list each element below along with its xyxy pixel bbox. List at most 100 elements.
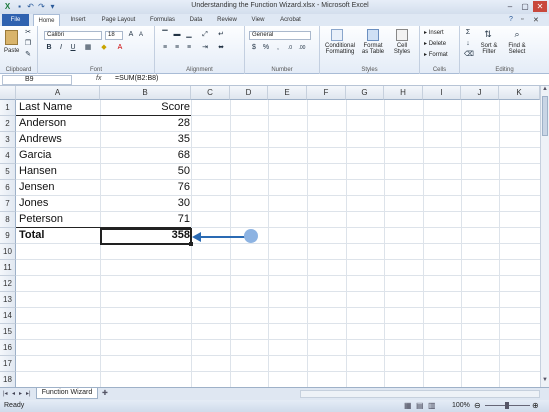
align-center-icon[interactable]: ≡	[173, 44, 181, 52]
fill-color-icon[interactable]: ◆	[100, 44, 108, 52]
italic-button[interactable]: I	[57, 44, 65, 52]
insert-function-button[interactable]: fx	[96, 75, 101, 82]
cell-a1[interactable]: Last Name	[19, 101, 72, 113]
row-header-14[interactable]: 14	[0, 308, 16, 324]
column-header-k[interactable]: K	[499, 86, 540, 100]
zoom-in-icon[interactable]: ⊕	[532, 401, 539, 410]
scroll-down-icon[interactable]: ▼	[542, 377, 548, 383]
cut-icon[interactable]: ✂	[24, 29, 32, 37]
column-header-d[interactable]: D	[230, 86, 268, 100]
indent-icon[interactable]: ⇥	[201, 44, 209, 52]
row-header-15[interactable]: 15	[0, 324, 16, 340]
cell-a4[interactable]: Garcia	[19, 149, 51, 161]
row-header-13[interactable]: 13	[0, 292, 16, 308]
wrap-text-icon[interactable]: ↵	[217, 31, 225, 39]
select-all-corner[interactable]	[0, 86, 16, 100]
restore-workbook-icon[interactable]: ▫	[521, 16, 523, 23]
borders-icon[interactable]: ▦	[84, 44, 92, 52]
align-right-icon[interactable]: ≡	[185, 44, 193, 52]
tab-data[interactable]: Data	[184, 14, 208, 26]
scroll-thumb[interactable]	[542, 96, 548, 136]
zoom-level[interactable]: 100%	[452, 402, 470, 409]
cell-a6[interactable]: Jensen	[19, 181, 54, 193]
name-box[interactable]: B9	[2, 75, 72, 85]
cell-a2[interactable]: Anderson	[19, 117, 66, 129]
row-header-8[interactable]: 8	[0, 212, 16, 228]
tab-insert[interactable]: Insert	[64, 14, 92, 26]
cell-b8[interactable]: 71	[101, 213, 190, 225]
zoom-out-icon[interactable]: ⊖	[474, 401, 481, 410]
format-cells-button[interactable]: ▸ Format	[424, 51, 448, 58]
align-left-icon[interactable]: ≡	[161, 44, 169, 52]
format-painter-icon[interactable]: ✎	[24, 51, 32, 59]
decrease-decimal-icon[interactable]: .00	[298, 44, 306, 52]
font-name-select[interactable]: Calibri	[44, 31, 102, 40]
tab-review[interactable]: Review	[212, 14, 242, 26]
find-select-button[interactable]: Find & Select	[505, 43, 529, 55]
page-break-view-icon[interactable]: ▥	[428, 401, 436, 410]
currency-button[interactable]: $	[250, 44, 258, 52]
maximize-button[interactable]: ▢	[518, 1, 532, 12]
first-sheet-icon[interactable]: |◂	[3, 390, 8, 397]
row-header-3[interactable]: 3	[0, 132, 16, 148]
number-format-select[interactable]: General	[249, 31, 311, 40]
comma-button[interactable]: ,	[274, 44, 282, 52]
column-header-g[interactable]: G	[346, 86, 384, 100]
column-header-f[interactable]: F	[307, 86, 346, 100]
column-header-c[interactable]: C	[191, 86, 230, 100]
row-header-12[interactable]: 12	[0, 276, 16, 292]
cell-b5[interactable]: 50	[101, 165, 190, 177]
row-header-7[interactable]: 7	[0, 196, 16, 212]
font-size-select[interactable]: 18	[105, 31, 123, 40]
row-header-18[interactable]: 18	[0, 372, 16, 387]
sheet-tab-function-wizard[interactable]: Function Wizard	[36, 388, 98, 399]
tab-formulas[interactable]: Formulas	[145, 14, 180, 26]
align-top-icon[interactable]: ▔	[161, 31, 169, 39]
merge-center-icon[interactable]: ⬌	[217, 44, 225, 52]
horizontal-scrollbar[interactable]	[300, 390, 540, 398]
row-header-1[interactable]: 1	[0, 100, 16, 116]
cell-b4[interactable]: 68	[101, 149, 190, 161]
cell-a9[interactable]: Total	[19, 229, 44, 241]
help-icon[interactable]: ?	[509, 16, 513, 23]
increase-decimal-icon[interactable]: .0	[286, 44, 294, 52]
cell-b1[interactable]: Score	[101, 101, 190, 113]
column-header-i[interactable]: I	[423, 86, 461, 100]
column-header-b[interactable]: B	[100, 86, 191, 100]
row-header-4[interactable]: 4	[0, 148, 16, 164]
row-header-17[interactable]: 17	[0, 356, 16, 372]
cell-a5[interactable]: Hansen	[19, 165, 57, 177]
cell-b7[interactable]: 30	[101, 197, 190, 209]
column-header-h[interactable]: H	[384, 86, 423, 100]
delete-cells-button[interactable]: ▸ Delete	[424, 40, 446, 47]
conditional-formatting-button[interactable]: Conditional Formatting	[324, 43, 356, 55]
percent-button[interactable]: %	[262, 44, 270, 52]
column-header-a[interactable]: A	[16, 86, 100, 100]
cell-b9[interactable]: 358	[101, 229, 190, 241]
paste-button[interactable]: Paste	[4, 48, 19, 54]
tab-view[interactable]: View	[246, 14, 270, 26]
copy-icon[interactable]: ❐	[24, 40, 32, 48]
column-header-e[interactable]: E	[268, 86, 307, 100]
row-header-6[interactable]: 6	[0, 180, 16, 196]
shrink-font-icon[interactable]: A	[137, 31, 145, 39]
fill-icon[interactable]: ↓	[464, 40, 472, 48]
orientation-icon[interactable]: ⤢	[201, 31, 209, 39]
row-header-16[interactable]: 16	[0, 340, 16, 356]
sort-filter-button[interactable]: Sort & Filter	[478, 43, 500, 55]
tab-page-layout[interactable]: Page Layout	[96, 14, 141, 26]
cell-styles-button[interactable]: Cell Styles	[390, 43, 414, 55]
scroll-up-icon[interactable]: ▲	[542, 86, 548, 92]
tab-file[interactable]: File	[2, 14, 29, 26]
formula-input[interactable]: =SUM(B2:B8)	[115, 75, 158, 82]
worksheet-grid[interactable]: A B C D E F G H I J K 1 2 3 4 5 6 7 8 9 10 11 12 13 1…	[0, 86, 540, 387]
tab-home[interactable]: Home	[33, 14, 60, 26]
redo-icon[interactable]: ↷	[37, 2, 46, 11]
prev-sheet-icon[interactable]: ◂	[12, 390, 15, 397]
vertical-scrollbar[interactable]: ▲ ▼	[540, 86, 549, 387]
undo-icon[interactable]: ↶	[26, 2, 35, 11]
close-button[interactable]: ✕	[533, 1, 547, 12]
cell-a7[interactable]: Jones	[19, 197, 48, 209]
cell-b2[interactable]: 28	[101, 117, 190, 129]
align-bottom-icon[interactable]: ▁	[185, 31, 193, 39]
